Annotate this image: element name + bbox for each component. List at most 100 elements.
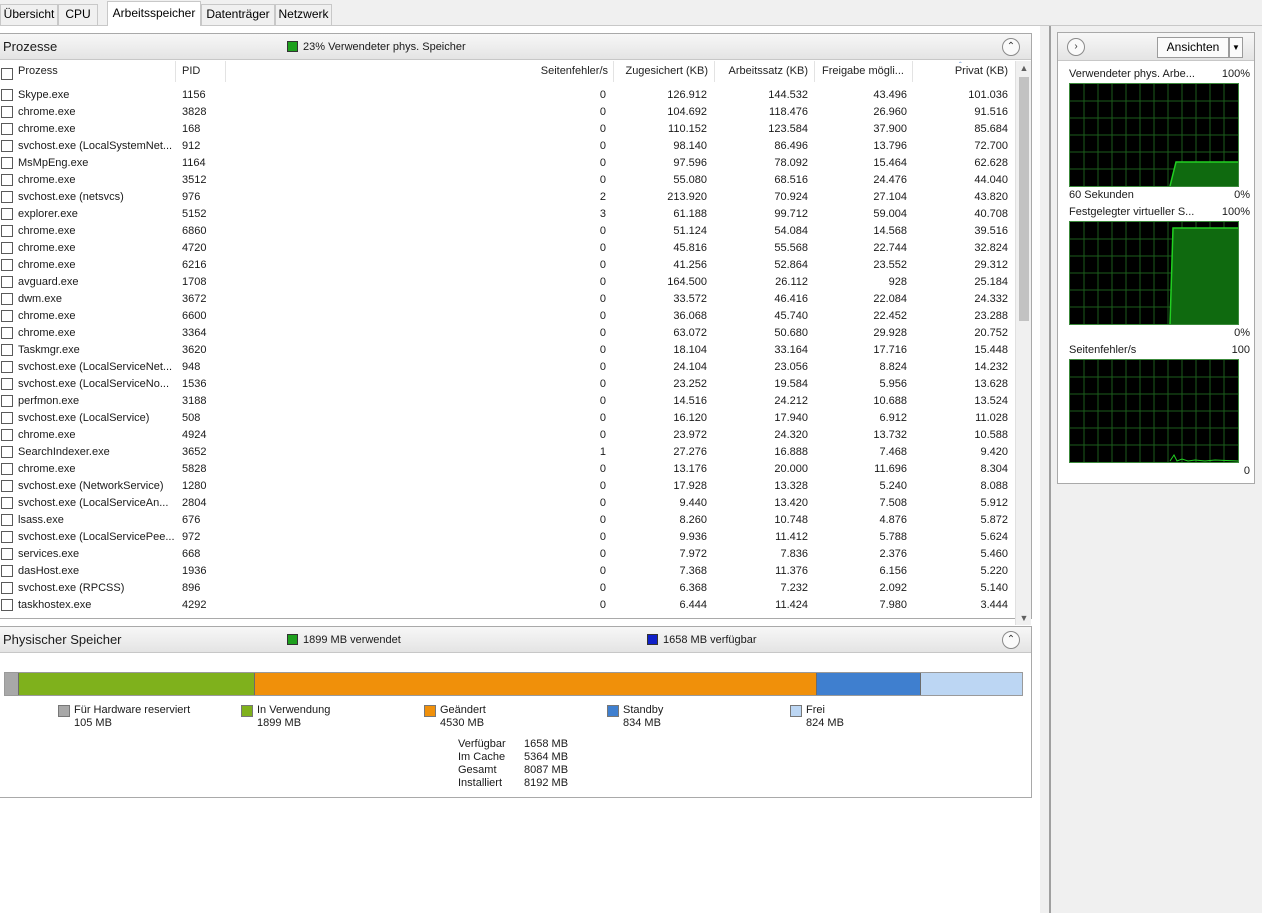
table-row[interactable]: chrome.exe 4720 0 45.816 55.568 22.744 32.824 <box>0 240 1014 257</box>
table-row[interactable]: chrome.exe 6860 0 51.124 54.084 14.568 39.516 <box>0 223 1014 240</box>
table-row[interactable]: svchost.exe (RPCSS) 896 0 6.368 7.232 2.092 5.… <box>0 580 1014 597</box>
scroll-thumb[interactable] <box>1019 77 1029 321</box>
row-checkbox[interactable] <box>1 497 13 509</box>
table-row[interactable]: svchost.exe (netsvcs) 976 2 213.920 70.924 27… <box>0 189 1014 206</box>
views-dropdown-icon[interactable]: ▼ <box>1229 37 1243 58</box>
expand-graphs-icon[interactable]: › <box>1067 38 1085 56</box>
column-commit[interactable]: Zugesichert (KB) <box>614 61 715 82</box>
views-button[interactable]: Ansichten <box>1157 37 1229 58</box>
table-row[interactable]: services.exe 668 0 7.972 7.836 2.376 5.460 <box>0 546 1014 563</box>
tab-disk[interactable]: Datenträger <box>201 4 275 25</box>
column-page-faults[interactable]: Seitenfehler/s <box>226 61 614 82</box>
row-checkbox[interactable] <box>1 599 13 611</box>
row-checkbox[interactable] <box>1 310 13 322</box>
process-list-scrollbar[interactable]: ▲ ▼ <box>1015 61 1031 625</box>
row-checkbox[interactable] <box>1 531 13 543</box>
table-row[interactable]: svchost.exe (LocalServiceAn... 2804 0 9.440… <box>0 495 1014 512</box>
row-checkbox[interactable] <box>1 412 13 424</box>
row-checkbox[interactable] <box>1 191 13 203</box>
tab-overview[interactable]: Übersicht <box>0 4 58 25</box>
table-row[interactable]: chrome.exe 6216 0 41.256 52.864 23.552 29.312 <box>0 257 1014 274</box>
table-row[interactable]: chrome.exe 3828 0 104.692 118.476 26.960 91.51… <box>0 104 1014 121</box>
row-checkbox[interactable] <box>1 480 13 492</box>
column-working-set[interactable]: Arbeitssatz (KB) <box>715 61 815 82</box>
row-checkbox[interactable] <box>1 123 13 135</box>
table-row[interactable]: chrome.exe 168 0 110.152 123.584 37.900 85.684 <box>0 121 1014 138</box>
table-row[interactable]: svchost.exe (LocalService) 508 0 16.120 17.9… <box>0 410 1014 427</box>
column-pid[interactable]: PID <box>176 61 226 82</box>
table-row[interactable]: svchost.exe (LocalServiceNet... 948 0 24.10… <box>0 359 1014 376</box>
table-row[interactable]: Taskmgr.exe 3620 0 18.104 33.164 17.716 15.448 <box>0 342 1014 359</box>
collapse-processes-icon[interactable]: ⌃ <box>1002 38 1020 56</box>
row-checkbox[interactable] <box>1 565 13 577</box>
physical-memory-header[interactable]: Physischer Speicher 1899 MB verwendet 16… <box>0 627 1031 653</box>
process-shareable: 928 <box>888 276 907 288</box>
row-checkbox[interactable] <box>1 548 13 560</box>
table-row[interactable]: perfmon.exe 3188 0 14.516 24.212 10.688 13.524 <box>0 393 1014 410</box>
table-row[interactable]: chrome.exe 5828 0 13.176 20.000 11.696 8.304 <box>0 461 1014 478</box>
table-row[interactable]: MsMpEng.exe 1164 0 97.596 78.092 15.464 62.628 <box>0 155 1014 172</box>
row-checkbox[interactable] <box>1 344 13 356</box>
table-row[interactable]: explorer.exe 5152 3 61.188 99.712 59.004 40.70… <box>0 206 1014 223</box>
tab-cpu[interactable]: CPU <box>58 4 98 25</box>
table-row[interactable]: dasHost.exe 1936 0 7.368 11.376 6.156 5.220 <box>0 563 1014 580</box>
table-row[interactable]: chrome.exe 3364 0 63.072 50.680 29.928 20.752 <box>0 325 1014 342</box>
process-private: 23.288 <box>974 310 1008 322</box>
row-checkbox[interactable] <box>1 361 13 373</box>
table-row[interactable]: lsass.exe 676 0 8.260 10.748 4.876 5.872 <box>0 512 1014 529</box>
table-row[interactable]: svchost.exe (LocalServicePee... 972 0 9.936… <box>0 529 1014 546</box>
process-pid: 3364 <box>182 327 207 339</box>
row-checkbox[interactable] <box>1 327 13 339</box>
row-checkbox[interactable] <box>1 242 13 254</box>
row-checkbox[interactable] <box>1 446 13 458</box>
process-working-set: 13.420 <box>774 497 808 509</box>
process-working-set: 13.328 <box>774 480 808 492</box>
row-checkbox[interactable] <box>1 89 13 101</box>
row-checkbox[interactable] <box>1 395 13 407</box>
table-row[interactable]: Skype.exe 1156 0 126.912 144.532 43.496 101.03… <box>0 87 1014 104</box>
table-row[interactable]: chrome.exe 6600 0 36.068 45.740 22.452 23.288 <box>0 308 1014 325</box>
row-checkbox[interactable] <box>1 276 13 288</box>
row-checkbox[interactable] <box>1 293 13 305</box>
column-shareable[interactable]: Freigabe mögli... <box>815 61 913 82</box>
column-process[interactable]: Prozess <box>18 61 176 82</box>
table-row[interactable]: svchost.exe (LocalServiceNo... 1536 0 23.25… <box>0 376 1014 393</box>
row-checkbox[interactable] <box>1 429 13 441</box>
scroll-up-icon[interactable]: ▲ <box>1016 61 1032 75</box>
scroll-down-icon[interactable]: ▼ <box>1016 611 1032 625</box>
row-checkbox[interactable] <box>1 157 13 169</box>
collapse-physical-icon[interactable]: ⌃ <box>1002 631 1020 649</box>
row-checkbox[interactable] <box>1 225 13 237</box>
tab-memory[interactable]: Arbeitsspeicher <box>107 1 201 26</box>
process-page-faults: 0 <box>599 89 606 101</box>
row-checkbox[interactable] <box>1 514 13 526</box>
table-row[interactable]: dwm.exe 3672 0 33.572 46.416 22.084 24.332 <box>0 291 1014 308</box>
row-checkbox[interactable] <box>1 106 13 118</box>
table-row[interactable]: chrome.exe 3512 0 55.080 68.516 24.476 44.040 <box>0 172 1014 189</box>
row-checkbox[interactable] <box>1 378 13 390</box>
process-name: perfmon.exe <box>18 395 80 407</box>
row-checkbox[interactable] <box>1 174 13 186</box>
table-row[interactable]: avguard.exe 1708 0 164.500 26.112 928 25.184 <box>0 274 1014 291</box>
process-commit: 55.080 <box>673 174 707 186</box>
processes-header[interactable]: Prozesse 23% Verwendeter phys. Speicher … <box>0 34 1031 60</box>
column-private[interactable]: Privat (KB) <box>913 61 1014 82</box>
row-checkbox[interactable] <box>1 208 13 220</box>
stat-value: 1658 MB <box>524 738 569 750</box>
table-row[interactable]: chrome.exe 4924 0 23.972 24.320 13.732 10.588 <box>0 427 1014 444</box>
pane-splitter[interactable] <box>1049 26 1051 913</box>
tab-network[interactable]: Netzwerk <box>275 4 332 25</box>
row-checkbox[interactable] <box>1 259 13 271</box>
select-all-checkbox[interactable] <box>1 68 13 80</box>
process-working-set: 123.584 <box>768 123 808 135</box>
process-page-faults: 0 <box>599 480 606 492</box>
table-row[interactable]: taskhostex.exe 4292 0 6.444 11.424 7.980 3.444 <box>0 597 1014 614</box>
process-working-set: 45.740 <box>774 310 808 322</box>
row-checkbox[interactable] <box>1 140 13 152</box>
table-row[interactable]: svchost.exe (LocalSystemNet... 912 0 98.140… <box>0 138 1014 155</box>
table-row[interactable]: SearchIndexer.exe 3652 1 27.276 16.888 7.468 9… <box>0 444 1014 461</box>
table-row[interactable]: svchost.exe (NetworkService) 1280 0 17.928 1… <box>0 478 1014 495</box>
process-name: Skype.exe <box>18 89 70 101</box>
row-checkbox[interactable] <box>1 463 13 475</box>
row-checkbox[interactable] <box>1 582 13 594</box>
